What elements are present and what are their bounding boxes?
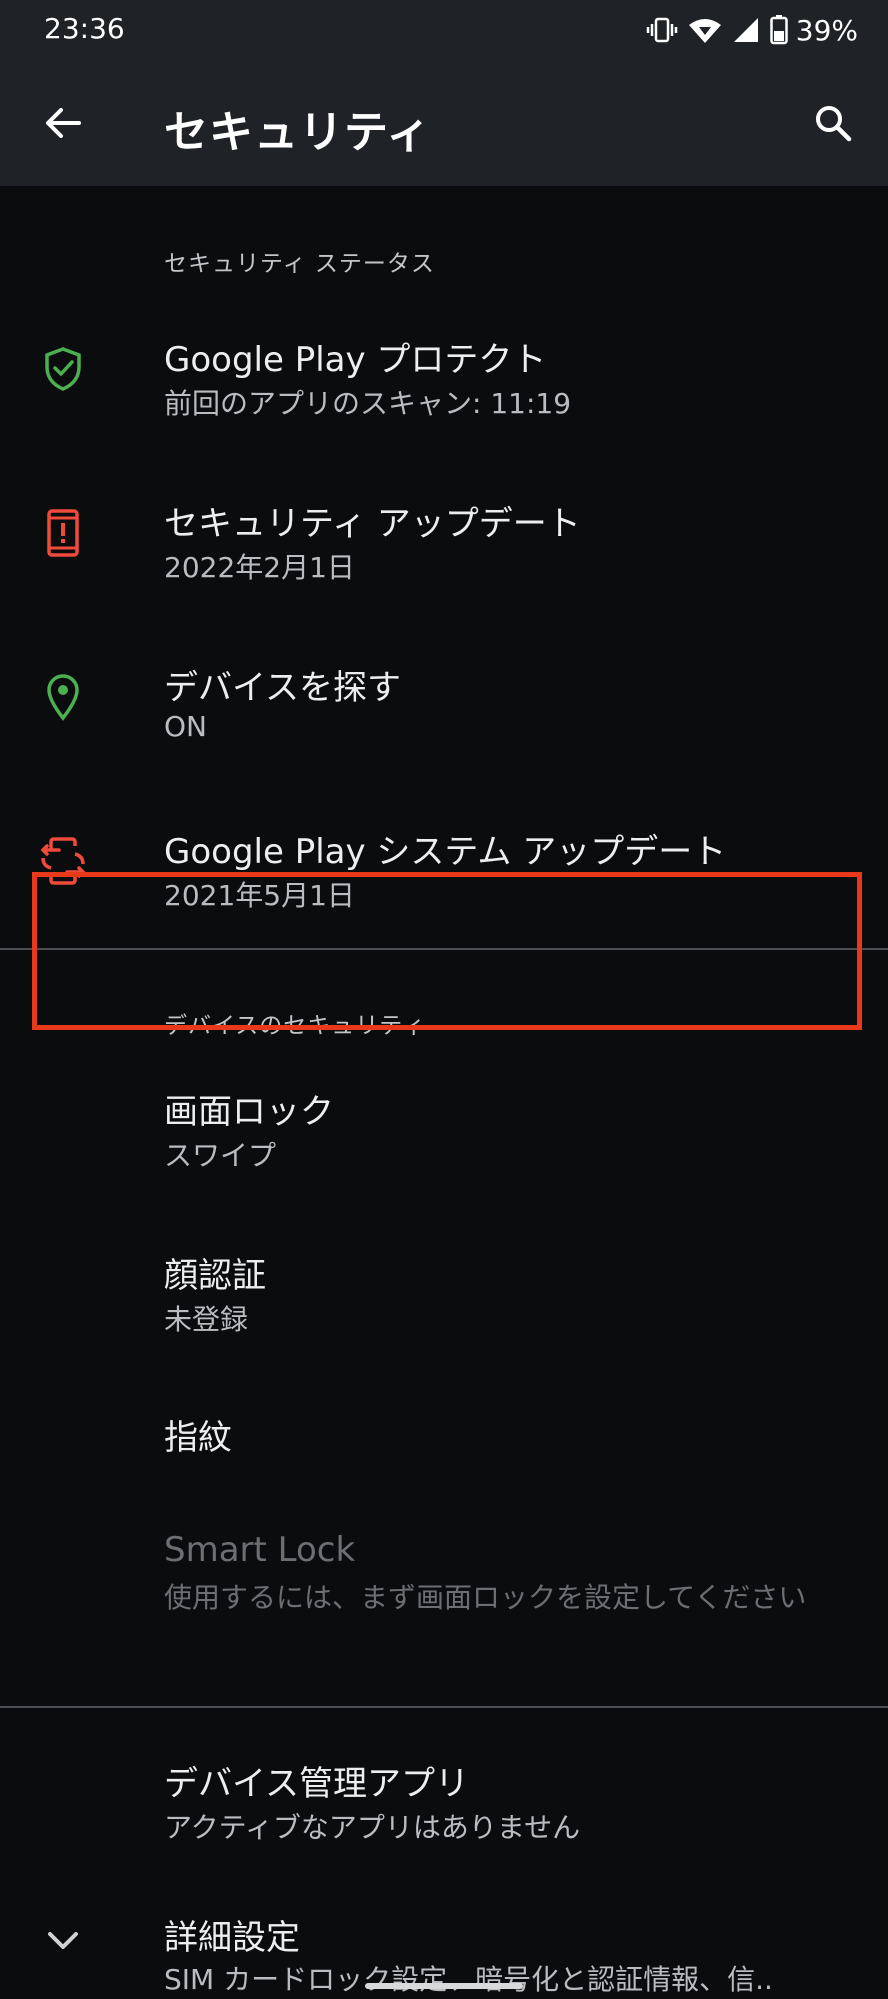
list-item-device-admin[interactable]: デバイス管理アプリ アクティブなアプリはありません <box>0 1716 888 1864</box>
item-subtitle: アクティブなアプリはありません <box>164 1811 581 1844</box>
status-bar: 23:36 39% <box>0 0 888 60</box>
vibrate-icon <box>646 16 678 44</box>
battery-percentage: 39% <box>795 13 858 47</box>
list-item-advanced[interactable]: 詳細設定 SIM カードロック設定、暗号化と認証情報、信.. <box>0 1880 888 1999</box>
item-title: 画面ロック <box>164 1092 334 1132</box>
search-icon <box>816 106 852 142</box>
search-button[interactable] <box>800 90 866 156</box>
list-item-face-unlock[interactable]: 顔認証 未登録 <box>0 1218 888 1366</box>
status-time: 23:36 <box>44 12 125 45</box>
item-subtitle: 2022年2月1日 <box>164 551 355 584</box>
list-item-smart-lock: Smart Lock 使用するには、まず画面ロックを設定してください <box>0 1502 888 1688</box>
section-header-security-status: セキュリティ ステータス <box>164 251 435 277</box>
arrow-left-icon <box>46 108 81 138</box>
list-item-security-update[interactable]: セキュリティ アップデート 2022年2月1日 <box>0 462 888 610</box>
item-title: デバイス管理アプリ <box>164 1764 469 1804</box>
item-title: Google Play システム アップデート <box>164 832 727 872</box>
battery-icon <box>770 15 788 45</box>
settings-list[interactable]: セキュリティ ステータス Google Play プロテクト 前回のアプリのスキ… <box>0 186 888 1999</box>
shield-check-icon <box>38 344 88 394</box>
item-subtitle: 前回のアプリのスキャン: 11:19 <box>164 387 572 420</box>
back-button[interactable] <box>30 90 96 156</box>
item-title: Smart Lock <box>164 1530 356 1570</box>
item-subtitle: 使用するには、まず画面ロックを設定してください <box>164 1581 807 1614</box>
item-subtitle: スワイプ <box>164 1139 277 1172</box>
item-subtitle: ON <box>164 710 207 743</box>
item-subtitle: SIM カードロック設定、暗号化と認証情報、信.. <box>164 1963 773 1996</box>
list-item-play-protect[interactable]: Google Play プロテクト 前回のアプリのスキャン: 11:19 <box>0 298 888 446</box>
chevron-down-icon <box>38 1916 88 1966</box>
signal-icon <box>732 16 760 44</box>
list-item-screen-lock[interactable]: 画面ロック スワイプ <box>0 1054 888 1202</box>
item-title: 詳細設定 <box>164 1918 300 1958</box>
page-title: セキュリティ <box>164 107 432 158</box>
item-title: 指紋 <box>164 1418 232 1458</box>
highlight-box <box>32 872 862 1030</box>
item-subtitle: 未登録 <box>164 1303 249 1336</box>
item-title: デバイスを探す <box>164 668 401 708</box>
wifi-icon <box>688 16 722 44</box>
gesture-nav-bar[interactable] <box>365 1983 523 1989</box>
section-divider <box>0 1706 888 1708</box>
list-item-fingerprint[interactable]: 指紋 <box>0 1382 888 1492</box>
item-title: セキュリティ アップデート <box>164 504 581 544</box>
app-bar: セキュリティ <box>0 60 888 186</box>
phone-alert-icon <box>38 508 88 558</box>
item-title: 顔認証 <box>164 1256 266 1296</box>
item-title: Google Play プロテクト <box>164 340 547 380</box>
status-icons: 39% <box>636 12 858 48</box>
list-item-find-device[interactable]: デバイスを探す ON <box>0 626 888 774</box>
location-pin-icon <box>38 672 88 722</box>
